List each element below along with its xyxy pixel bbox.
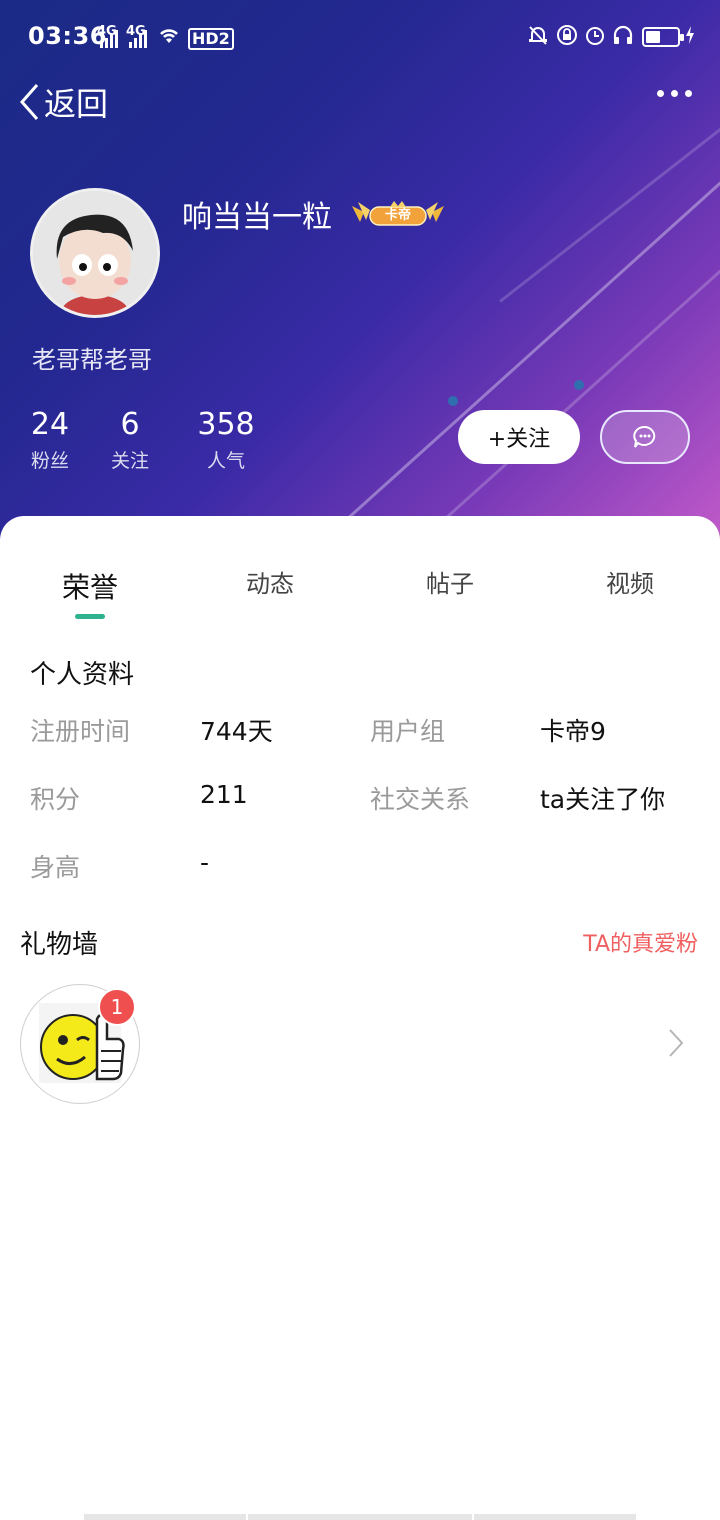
- personal-info-title: 个人资料: [30, 660, 135, 690]
- gift-count-badge: 1: [98, 988, 136, 1026]
- lock-rotation-icon: [556, 24, 578, 46]
- tab-posts[interactable]: 帖子: [426, 564, 474, 599]
- user-group-value: 卡帝9: [540, 717, 606, 746]
- status-time: 03:36: [28, 22, 107, 50]
- height-value: -: [200, 848, 210, 877]
- active-tab-indicator: [75, 614, 105, 619]
- tab-bar: 荣誉 动态 帖子 视频: [0, 516, 720, 626]
- tab-honor[interactable]: 荣誉: [62, 566, 118, 606]
- tab-activity[interactable]: 动态: [246, 564, 294, 599]
- tab-videos[interactable]: 视频: [606, 564, 654, 599]
- chevron-right-icon[interactable]: [668, 1028, 684, 1058]
- register-time-value: 744天: [200, 717, 273, 746]
- more-options-button[interactable]: [657, 90, 692, 97]
- points-value: 211: [200, 780, 248, 809]
- hd-indicator: HD2: [188, 28, 234, 50]
- points-label: 积分: [30, 785, 81, 814]
- stat-popularity: 358 人气: [196, 406, 256, 473]
- user-group-label: 用户组: [370, 717, 446, 746]
- avatar-cartoon-face: [33, 191, 157, 315]
- back-button[interactable]: 返回: [18, 78, 108, 126]
- headphones-icon: [612, 24, 634, 46]
- avatar[interactable]: [30, 188, 160, 318]
- social-relation-label: 社交关系: [370, 785, 471, 814]
- profile-content-card: 荣誉 动态 帖子 视频 个人资料 注册时间 744天 用户组 卡帝9 积分 21…: [0, 516, 720, 1520]
- social-relation-value: ta关注了你: [540, 785, 666, 814]
- username: 响当当一粒: [182, 200, 332, 235]
- back-label: 返回: [44, 85, 109, 123]
- stat-following[interactable]: 6 关注: [110, 406, 150, 473]
- battery-level: [646, 31, 660, 43]
- bell-muted-icon: [527, 24, 549, 46]
- chevron-left-icon: [19, 84, 39, 120]
- stat-value: 6: [120, 407, 140, 442]
- signal-icon: [100, 30, 120, 48]
- stat-label: 粉丝: [30, 450, 69, 472]
- true-fans-link[interactable]: TA的真爱粉: [583, 926, 698, 958]
- profile-stats: 24 粉丝 6 关注 358 人气: [30, 406, 256, 473]
- follow-button[interactable]: +关注: [458, 410, 580, 464]
- stat-fans[interactable]: 24 粉丝: [30, 406, 70, 473]
- charging-icon: [684, 24, 696, 46]
- gift-wall-title: 礼物墙: [20, 930, 99, 960]
- user-signature: 老哥帮老哥: [32, 346, 152, 374]
- status-bar: 03:36 4G 4G HD2: [0, 0, 720, 72]
- chat-bubble-icon: [633, 425, 656, 448]
- wifi-icon: [157, 24, 179, 46]
- alarm-icon: [584, 24, 606, 46]
- decor-dot: [574, 380, 584, 390]
- decor-dot: [448, 396, 458, 406]
- light-streak: [499, 103, 720, 303]
- stat-value: 24: [30, 407, 70, 442]
- vip-badge[interactable]: 卡帝: [350, 198, 446, 228]
- stat-label: 关注: [110, 450, 149, 472]
- stat-value: 358: [197, 407, 255, 442]
- battery-icon: [642, 27, 684, 47]
- bottom-nav-hint: [84, 1514, 636, 1520]
- signal-icon: [129, 30, 149, 48]
- vip-badge-label: 卡帝: [384, 208, 411, 223]
- stat-label: 人气: [206, 450, 245, 472]
- height-label: 身高: [30, 853, 81, 882]
- register-time-label: 注册时间: [30, 717, 131, 746]
- message-button[interactable]: [600, 410, 690, 464]
